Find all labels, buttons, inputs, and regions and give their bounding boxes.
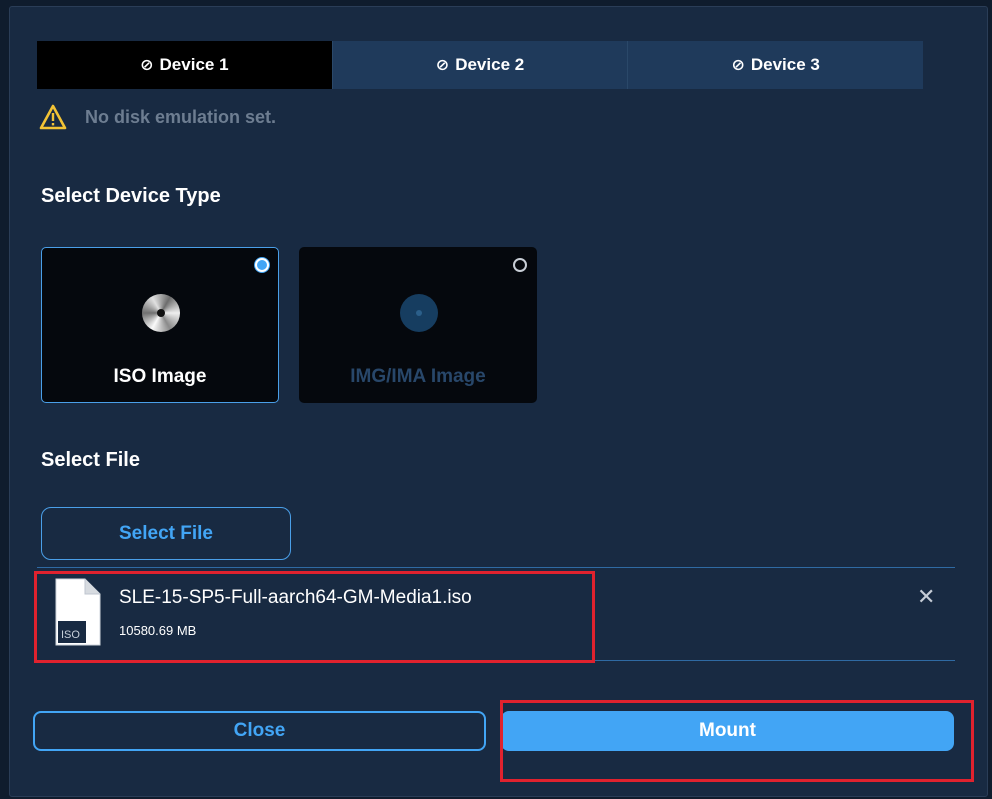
select-file-button[interactable]: Select File [41,507,291,560]
device-tabs: ⊘ Device 1 ⊘ Device 2 ⊘ Device 3 [37,41,924,89]
device-type-img-card[interactable]: IMG/IMA Image [299,247,537,403]
tab-label: Device 1 [159,55,229,74]
img-label: IMG/IMA Image [350,366,486,387]
iso-label: ISO Image [113,366,207,387]
warning-message: No disk emulation set. [39,104,276,130]
file-divider-top [37,567,955,568]
remove-file-icon[interactable]: ✕ [917,584,935,610]
tab-device-1[interactable]: ⊘ Device 1 [37,41,333,89]
file-size: 10580.69 MB [119,623,197,638]
select-file-heading: Select File [41,449,140,471]
device-type-heading: Select Device Type [41,185,221,207]
no-entry-icon: ⊘ [731,57,745,74]
iso-file-icon: ISO [55,578,101,646]
no-entry-icon: ⊘ [140,57,154,74]
warning-triangle-icon [39,104,67,130]
tab-device-3[interactable]: ⊘ Device 3 [628,41,924,89]
file-divider-bottom [37,660,955,661]
tab-label: Device 2 [455,55,525,74]
iso-radio[interactable] [255,258,269,272]
no-entry-icon: ⊘ [435,57,450,74]
file-name: SLE-15-SP5-Full-aarch64-GM-Media1.iso [119,587,472,608]
floppy-disc-icon [400,294,438,332]
close-button[interactable]: Close [33,711,486,751]
cd-disc-icon [142,294,180,332]
mount-button[interactable]: Mount [501,711,954,751]
tab-device-2[interactable]: ⊘ Device 2 [332,41,629,89]
img-radio[interactable] [513,258,527,272]
iso-file-label: ISO [61,629,80,641]
warning-text: No disk emulation set. [85,106,277,127]
device-type-iso-card[interactable]: ISO Image [41,247,279,403]
tab-label: Device 3 [750,55,820,74]
